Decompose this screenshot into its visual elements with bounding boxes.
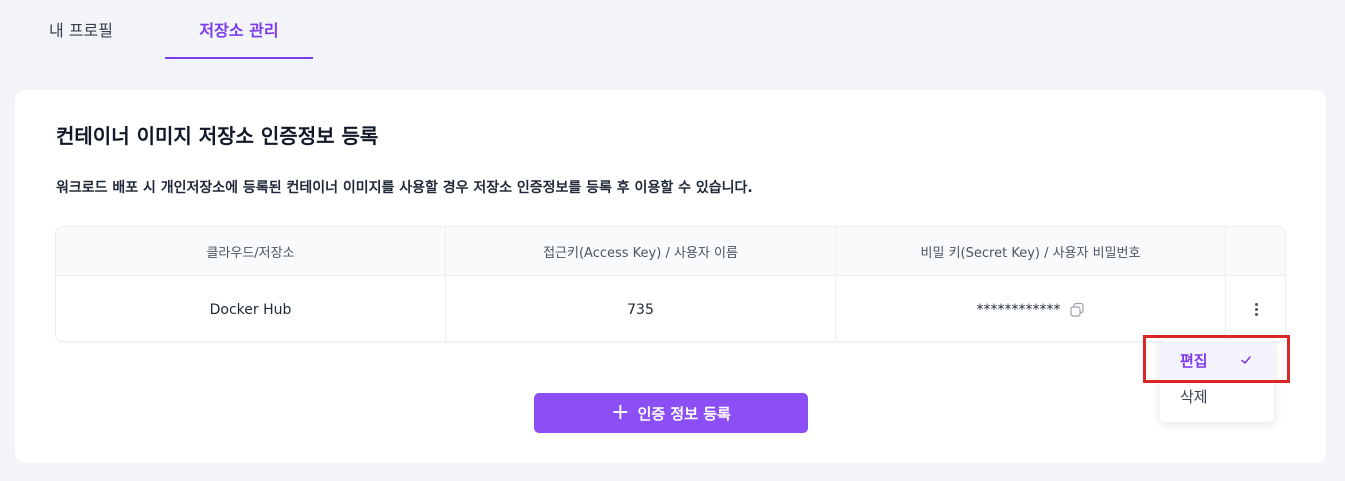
column-header-secret-key: 비밀 키(Secret Key) / 사용자 비밀번호 <box>836 227 1226 275</box>
active-tab-indicator <box>165 57 313 59</box>
credentials-table: 클라우드/저장소 접근키(Access Key) / 사용자 이름 비밀 키(S… <box>55 226 1286 342</box>
cell-access-key: 735 <box>446 276 836 341</box>
add-credential-label: 인증 정보 등록 <box>637 404 731 423</box>
column-header-actions <box>1226 227 1285 275</box>
menu-item-delete[interactable]: 삭제 <box>1160 378 1274 415</box>
tab-storage-management[interactable]: 저장소 관리 <box>165 0 313 59</box>
cell-secret-key: ************ <box>836 276 1226 341</box>
card-description: 워크로드 배포 시 개인저장소에 등록된 컨테이너 이미지를 사용할 경우 저장… <box>56 180 753 196</box>
card-title: 컨테이너 이미지 저장소 인증정보 등록 <box>56 124 379 148</box>
registry-credentials-card: 컨테이너 이미지 저장소 인증정보 등록 워크로드 배포 시 개인저장소에 등록… <box>15 90 1326 463</box>
copy-icon[interactable] <box>1069 302 1085 318</box>
tab-bar: 내 프로필 저장소 관리 <box>0 0 1345 60</box>
cell-registry: Docker Hub <box>56 276 446 341</box>
column-header-access-key: 접근키(Access Key) / 사용자 이름 <box>446 227 836 275</box>
menu-item-delete-label: 삭제 <box>1180 388 1208 406</box>
plus-icon: + <box>611 400 630 425</box>
tab-my-profile[interactable]: 내 프로필 <box>40 0 122 59</box>
table-header: 클라우드/저장소 접근키(Access Key) / 사용자 이름 비밀 키(S… <box>56 227 1285 276</box>
highlight-box <box>1143 335 1290 383</box>
secret-key-value: ************ <box>976 301 1061 318</box>
column-header-registry: 클라우드/저장소 <box>56 227 446 275</box>
cell-actions <box>1226 276 1285 341</box>
add-credential-button[interactable]: + 인증 정보 등록 <box>534 393 808 433</box>
more-vertical-icon[interactable] <box>1255 303 1258 316</box>
table-row: Docker Hub 735 ************ <box>56 276 1285 341</box>
